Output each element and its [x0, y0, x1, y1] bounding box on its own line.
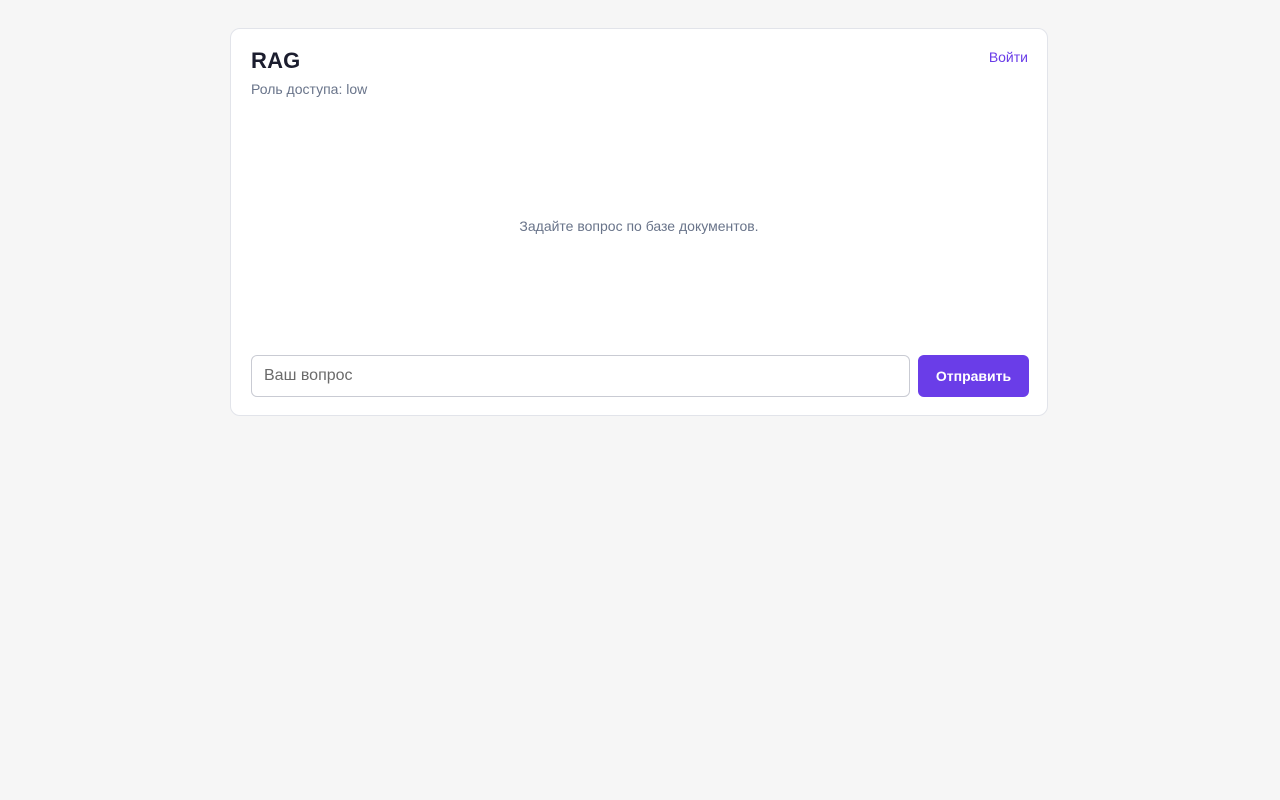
chat-card: RAG Роль доступа: low Войти Задайте вопр…	[230, 28, 1048, 416]
login-link[interactable]: Войти	[989, 49, 1028, 65]
question-input[interactable]	[251, 355, 910, 397]
page-title: RAG	[251, 48, 301, 73]
send-button[interactable]: Отправить	[918, 355, 1029, 397]
access-role-label: Роль доступа: low	[251, 81, 368, 97]
empty-state-message: Задайте вопрос по базе документов.	[519, 218, 759, 234]
